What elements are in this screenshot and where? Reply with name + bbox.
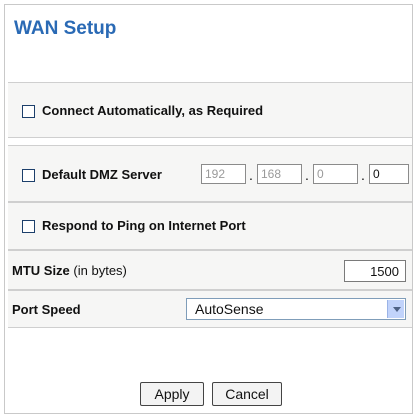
- port-speed-row: Port Speed AutoSense: [8, 290, 412, 328]
- port-speed-select[interactable]: AutoSense: [186, 298, 406, 320]
- mtu-row: MTU Size (in bytes) 1500: [8, 250, 412, 290]
- dmz-ip-octet-4[interactable]: 0: [369, 164, 409, 184]
- ping-label: Respond to Ping on Internet Port: [42, 218, 246, 233]
- connect-auto-checkbox[interactable]: [22, 105, 35, 118]
- ip-separator: .: [249, 167, 253, 183]
- mtu-label-text: MTU Size: [12, 263, 70, 278]
- dmz-ip-octet-2[interactable]: 168: [257, 164, 302, 184]
- mtu-unit: (in bytes): [73, 263, 127, 278]
- dmz-ip-octet-3[interactable]: 0: [313, 164, 358, 184]
- cancel-button[interactable]: Cancel: [212, 382, 282, 406]
- apply-button[interactable]: Apply: [140, 382, 204, 406]
- dmz-checkbox[interactable]: [22, 169, 35, 182]
- port-speed-value: AutoSense: [195, 301, 264, 317]
- chevron-down-icon[interactable]: [387, 300, 404, 318]
- ping-checkbox[interactable]: [22, 220, 35, 233]
- port-speed-label: Port Speed: [12, 302, 81, 317]
- connect-auto-row: Connect Automatically, as Required: [8, 82, 412, 138]
- dmz-ip-octet-1[interactable]: 192: [201, 164, 246, 184]
- connect-auto-label: Connect Automatically, as Required: [42, 103, 264, 118]
- ping-row: Respond to Ping on Internet Port: [8, 202, 412, 250]
- ip-separator: .: [361, 167, 365, 183]
- mtu-input[interactable]: 1500: [344, 260, 406, 282]
- mtu-label: MTU Size (in bytes): [12, 263, 127, 278]
- dmz-label: Default DMZ Server: [42, 167, 162, 182]
- dmz-row: Default DMZ Server 192 . 168 . 0 . 0: [8, 145, 412, 202]
- ip-separator: .: [305, 167, 309, 183]
- divider: [8, 327, 412, 328]
- page-title: WAN Setup: [14, 18, 117, 39]
